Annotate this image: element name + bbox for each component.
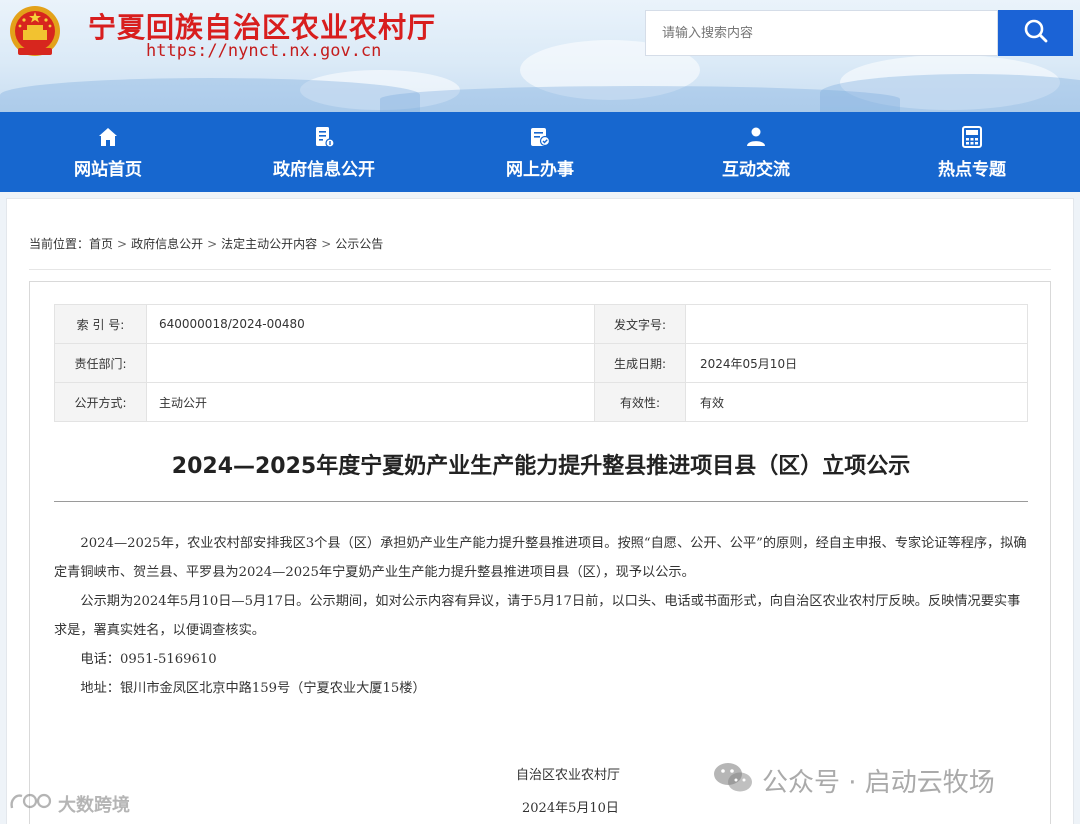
header-hill [0,78,420,112]
search-button[interactable] [998,10,1073,56]
home-icon [96,125,120,149]
table-row: 责任部门: 生成日期: 2024年05月10日 [54,343,1028,383]
contact-address: 地址：银川市金凤区北京中路159号（宁夏农业大厦15楼） [80,681,426,696]
search-icon [1023,18,1049,48]
breadcrumb-announcements[interactable]: 公示公告 [335,237,383,251]
national-emblem-icon[interactable] [6,4,64,60]
wechat-icon [712,760,754,801]
breadcrumb: 当前位置：首页 > 政府信息公开 > 法定主动公开内容 > 公示公告 [29,235,383,252]
doc-no-value [685,304,1028,344]
breadcrumb-gov-info[interactable]: 政府信息公开 [131,237,203,251]
dept-label: 责任部门: [54,343,147,383]
watermark-text: 大数跨境 [58,794,130,816]
dept-value [146,343,595,383]
nav-item-hot-topics[interactable]: 热点专题 [864,112,1080,192]
contact-phone: 电话：0951-5169610 [80,652,217,667]
nav-item-online-service[interactable]: 网上办事 [432,112,648,192]
public-method-label: 公开方式: [54,382,147,422]
index-label: 索 引 号: [54,304,147,344]
site-header: 宁夏回族自治区农业农村厅 https://nynct.nx.gov.cn [0,0,1080,112]
watermark-text: 公众号 · 启动云牧场 [762,768,995,798]
breadcrumb-home[interactable]: 首页 [89,237,113,251]
nav-item-label: 网站首页 [74,159,142,180]
nav-item-label: 热点专题 [938,159,1006,180]
brand-logo-icon [8,790,52,817]
breadcrumb-divider [29,269,1051,270]
breadcrumb-prefix: 当前位置： [29,237,90,251]
content-panel: 当前位置：首页 > 政府信息公开 > 法定主动公开内容 > 公示公告 索 引 号: 6400… [6,198,1074,824]
search-input[interactable] [645,10,998,56]
title-divider [54,501,1028,502]
article-container: 索 引 号: 640000018/2024-00480 发文字号: 责任部门: … [29,281,1051,824]
metadata-table: 索 引 号: 640000018/2024-00480 发文字号: 责任部门: … [54,304,1028,422]
nav-item-interaction[interactable]: 互动交流 [648,112,864,192]
table-row: 公开方式: 主动公开 有效性: 有效 [54,382,1028,422]
watermark-left: 大数跨境 [8,790,130,817]
main-nav: 网站首页 政府信息公开 网上办事 互动交流 热点专题 [0,112,1080,192]
site-url: https://nynct.nx.gov.cn [146,41,382,61]
document-info-icon [312,125,336,149]
watermark-right: 公众号 · 启动云牧场 [712,760,995,801]
date-label: 生成日期: [594,343,686,383]
nav-item-home[interactable]: 网站首页 [0,112,216,192]
doc-no-label: 发文字号: [594,304,686,344]
service-icon [528,125,552,149]
public-method-value: 主动公开 [146,382,595,422]
breadcrumb-separator: > [117,237,128,251]
nav-item-gov-info[interactable]: 政府信息公开 [216,112,432,192]
signature: 自治区农业农村厅 [516,768,621,783]
nav-item-label: 网上办事 [506,159,574,180]
site-title[interactable]: 宁夏回族自治区农业农村厅 [88,6,436,46]
calculator-icon [960,125,984,149]
article-body: 2024—2025年，农业农村部安排我区3个县（区）承担奶产业生产能力提升整县推… [54,529,1030,703]
table-row: 索 引 号: 640000018/2024-00480 发文字号: [54,304,1028,344]
breadcrumb-separator: > [207,237,218,251]
article-paragraph: 2024—2025年，农业农村部安排我区3个县（区）承担奶产业生产能力提升整县推… [54,536,1027,580]
nav-item-label: 政府信息公开 [273,159,375,180]
header-hill [820,74,1080,112]
nav-item-label: 互动交流 [722,159,790,180]
article-title: 2024—2025年度宁夏奶产业生产能力提升整县推进项目县（区）立项公示 [171,454,911,479]
users-icon [744,125,768,149]
validity-label: 有效性: [594,382,686,422]
validity-value: 有效 [685,382,1028,422]
breadcrumb-separator: > [321,237,332,251]
date-value: 2024年05月10日 [685,343,1028,383]
index-value: 640000018/2024-00480 [146,304,595,344]
signature-date: 2024年5月10日 [522,801,619,816]
article-paragraph: 公示期为2024年5月10日—5月17日。公示期间，如对公示内容有异议，请于5月… [54,594,1021,638]
breadcrumb-statutory[interactable]: 法定主动公开内容 [221,237,317,251]
